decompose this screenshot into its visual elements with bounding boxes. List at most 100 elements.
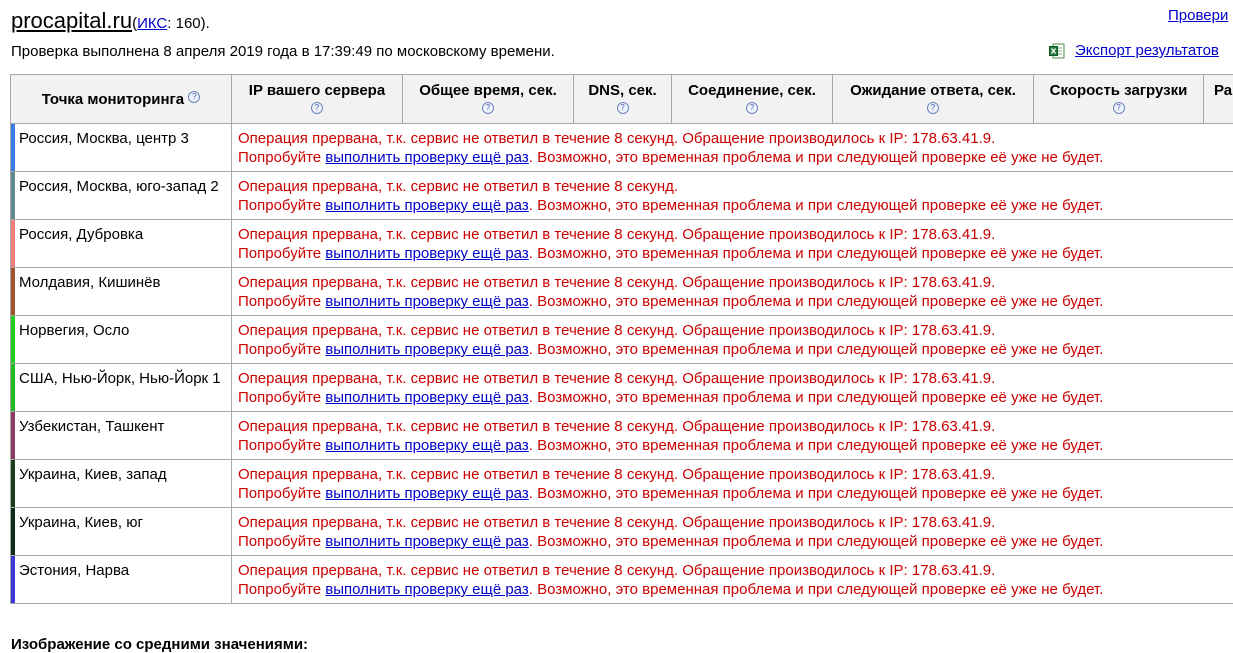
col-header-location: Точка мониторинга ? — [10, 74, 232, 124]
table-row: Узбекистан, Ташкент Операция прервана, т.… — [10, 411, 1233, 460]
average-image-title: Изображение со средними значениями: — [11, 636, 309, 653]
col-header-extra: Ра — [1203, 74, 1233, 124]
help-icon[interactable]: ? — [616, 102, 629, 114]
checked-time-text: Проверка выполнена 8 апреля 2019 года в … — [11, 43, 555, 60]
help-icon[interactable]: ? — [746, 102, 758, 114]
location-cell: Норвегия, Осло — [10, 315, 232, 364]
table-header-row: Точка мониторинга ? IP вашего сервера ? … — [10, 74, 1233, 124]
location-cell: США, Нью-Йорк, Нью-Йорк 1 — [10, 363, 232, 412]
retry-prefix: Попробуйте — [238, 149, 326, 166]
location-name: Украина, Киев, запад — [19, 466, 167, 483]
error-message-text: Операция прервана, т.к. сервис не ответи… — [238, 130, 996, 147]
table-row: Украина, Киев, запад Операция прервана, т… — [10, 459, 1233, 508]
location-name: Украина, Киев, юг — [19, 514, 143, 531]
col-header-wait: Ожидание ответа, сек. ? — [832, 74, 1034, 124]
retry-check-link[interactable]: выполнить проверку ещё раз — [325, 341, 528, 358]
table-row: Россия, Дубровка Операция прервана, т.к. … — [10, 219, 1233, 268]
retry-message: Попробуйте выполнить проверку ещё раз. В… — [238, 580, 1233, 599]
location-name: США, Нью-Йорк, Нью-Йорк 1 — [19, 370, 221, 387]
retry-check-link[interactable]: выполнить проверку ещё раз — [325, 485, 528, 502]
error-message-cell: Операция прервана, т.к. сервис не ответи… — [231, 363, 1233, 412]
error-message-cell: Операция прервана, т.к. сервис не ответи… — [231, 315, 1233, 364]
retry-prefix: Попробуйте — [238, 341, 326, 358]
table-row: Норвегия, Осло Операция прервана, т.к. се… — [10, 315, 1233, 364]
location-cell: Россия, Дубровка — [10, 219, 232, 268]
retry-prefix: Попробуйте — [238, 389, 326, 406]
iks-link[interactable]: ИКС — [137, 15, 167, 32]
export-results-link[interactable]: Экспорт результатов — [1075, 42, 1219, 59]
help-icon[interactable]: ? — [927, 102, 939, 114]
error-message-cell: Операция прервана, т.к. сервис не ответи… — [231, 219, 1233, 268]
location-cell: Россия, Москва, юго-запад 2 — [10, 171, 232, 220]
retry-suffix: . Возможно, это временная проблема и при… — [528, 245, 1104, 262]
excel-icon — [1049, 43, 1065, 59]
help-icon[interactable]: ? — [1112, 102, 1125, 114]
error-message-text: Операция прервана, т.к. сервис не ответи… — [238, 466, 996, 483]
retry-message: Попробуйте выполнить проверку ещё раз. В… — [238, 196, 1233, 215]
error-message-cell: Операция прервана, т.к. сервис не ответи… — [231, 459, 1233, 508]
retry-check-link[interactable]: выполнить проверку ещё раз — [325, 197, 528, 214]
retry-message: Попробуйте выполнить проверку ещё раз. В… — [238, 484, 1233, 503]
retry-prefix: Попробуйте — [238, 293, 326, 310]
retry-prefix: Попробуйте — [238, 245, 326, 262]
help-icon[interactable]: ? — [311, 102, 323, 114]
table-row: Украина, Киев, юг Операция прервана, т.к.… — [10, 507, 1233, 556]
location-name: Эстония, Нарва — [19, 562, 130, 579]
error-message-cell: Операция прервана, т.к. сервис не ответи… — [231, 123, 1233, 172]
retry-check-link[interactable]: выполнить проверку ещё раз — [325, 149, 528, 166]
retry-check-link[interactable]: выполнить проверку ещё раз — [325, 581, 528, 598]
error-message-text: Операция прервана, т.к. сервис не ответи… — [238, 178, 679, 195]
error-message-cell: Операция прервана, т.к. сервис не ответи… — [231, 555, 1233, 604]
retry-message: Попробуйте выполнить проверку ещё раз. В… — [238, 244, 1233, 263]
retry-message: Попробуйте выполнить проверку ещё раз. В… — [238, 340, 1233, 359]
location-color-marker — [11, 124, 15, 171]
retry-prefix: Попробуйте — [238, 533, 326, 550]
help-icon[interactable]: ? — [188, 90, 201, 103]
retry-suffix: . Возможно, это временная проблема и при… — [528, 149, 1104, 166]
retry-message: Попробуйте выполнить проверку ещё раз. В… — [238, 148, 1233, 167]
col-header-total-time: Общее время, сек. ? — [402, 74, 574, 124]
retry-suffix: . Возможно, это временная проблема и при… — [528, 197, 1104, 214]
location-cell: Эстония, Нарва — [10, 555, 232, 604]
location-color-marker — [11, 220, 15, 267]
col-header-connection: Соединение, сек. ? — [671, 74, 833, 124]
location-cell: Россия, Москва, центр 3 — [10, 123, 232, 172]
error-message-cell: Операция прервана, т.к. сервис не ответи… — [231, 267, 1233, 316]
retry-prefix: Попробуйте — [238, 581, 326, 598]
export-results[interactable]: Экспорт результатов — [1049, 42, 1219, 59]
location-name: Россия, Москва, юго-запад 2 — [19, 178, 219, 195]
error-message-text: Операция прервана, т.к. сервис не ответи… — [238, 322, 996, 339]
retry-check-link[interactable]: выполнить проверку ещё раз — [325, 245, 528, 262]
check-again-link[interactable]: Провери — [1168, 7, 1228, 24]
retry-suffix: . Возможно, это временная проблема и при… — [528, 341, 1104, 358]
help-icon[interactable]: ? — [482, 102, 494, 114]
error-message-cell: Операция прервана, т.к. сервис не ответи… — [231, 411, 1233, 460]
retry-prefix: Попробуйте — [238, 437, 326, 454]
retry-message: Попробуйте выполнить проверку ещё раз. В… — [238, 292, 1233, 311]
error-message-text: Операция прервана, т.к. сервис не ответи… — [238, 370, 996, 387]
retry-prefix: Попробуйте — [238, 197, 326, 214]
location-name: Россия, Москва, центр 3 — [19, 130, 189, 147]
table-row: Молдавия, Кишинёв Операция прервана, т.к.… — [10, 267, 1233, 316]
site-link[interactable]: procapital.ru — [11, 8, 132, 33]
location-color-marker — [11, 460, 15, 507]
table-row: Эстония, Нарва Операция прервана, т.к. се… — [10, 555, 1233, 604]
location-name: Узбекистан, Ташкент — [19, 418, 165, 435]
retry-suffix: . Возможно, это временная проблема и при… — [528, 485, 1104, 502]
retry-check-link[interactable]: выполнить проверку ещё раз — [325, 389, 528, 406]
col-header-dns: DNS, сек. ? — [573, 74, 672, 124]
retry-prefix: Попробуйте — [238, 485, 326, 502]
retry-suffix: . Возможно, это временная проблема и при… — [528, 533, 1104, 550]
location-color-marker — [11, 412, 15, 459]
retry-message: Попробуйте выполнить проверку ещё раз. В… — [238, 532, 1233, 551]
location-color-marker — [11, 172, 15, 219]
location-cell: Молдавия, Кишинёв — [10, 267, 232, 316]
retry-check-link[interactable]: выполнить проверку ещё раз — [325, 437, 528, 454]
location-color-marker — [11, 556, 15, 603]
monitoring-table-container: Точка мониторинга ? IP вашего сервера ? … — [10, 74, 1233, 616]
location-color-marker — [11, 268, 15, 315]
retry-message: Попробуйте выполнить проверку ещё раз. В… — [238, 388, 1233, 407]
retry-check-link[interactable]: выполнить проверку ещё раз — [325, 533, 528, 550]
retry-suffix: . Возможно, это временная проблема и при… — [528, 581, 1104, 598]
retry-check-link[interactable]: выполнить проверку ещё раз — [325, 293, 528, 310]
